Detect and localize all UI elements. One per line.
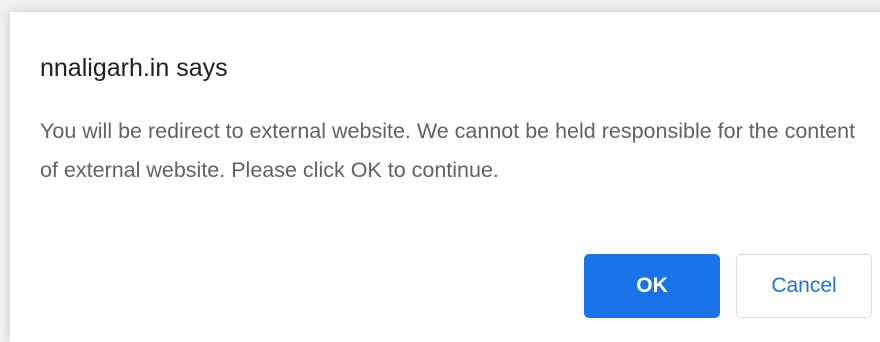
dialog-title: nnaligarh.in says [40,54,228,82]
alert-dialog: nnaligarh.in says You will be redirect t… [10,12,880,342]
ok-button[interactable]: OK [584,254,720,318]
dialog-message: You will be redirect to external website… [40,119,856,182]
cancel-button[interactable]: Cancel [736,254,872,318]
